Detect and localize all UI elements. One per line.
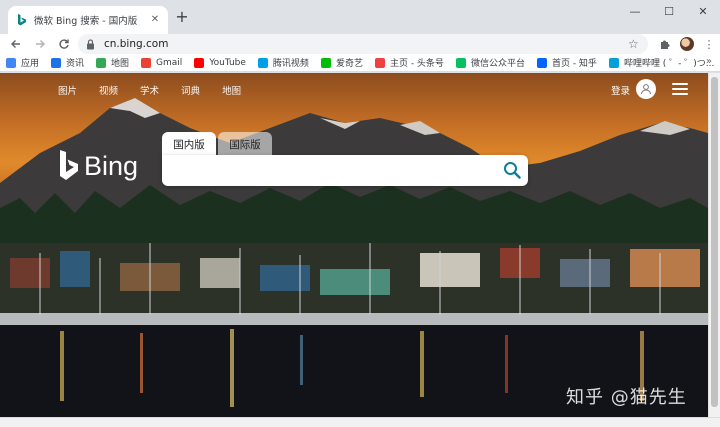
toolbar-actions: ⋮ xyxy=(654,34,720,54)
bookmark-item[interactable]: 资讯 xyxy=(51,56,84,69)
maximize-button[interactable]: ☐ xyxy=(652,0,686,22)
bookmark-item[interactable]: 主页 - 头条号 xyxy=(374,56,444,69)
background-image xyxy=(0,98,708,417)
menu-hamburger-icon[interactable] xyxy=(672,83,688,95)
tab-international[interactable]: 国际版 xyxy=(218,132,272,156)
bookmark-item[interactable]: 腾讯视频 xyxy=(257,56,309,69)
bing-nav-link[interactable]: 图片 xyxy=(58,83,77,97)
more-menu-icon[interactable]: ⋮ xyxy=(698,34,720,54)
bookmark-star-icon[interactable]: ☆ xyxy=(628,38,640,50)
iqiyi-icon xyxy=(320,57,331,68)
bing-nav-link[interactable]: 地图 xyxy=(222,83,241,97)
youtube-icon xyxy=(194,57,205,68)
tab-title: 微软 Bing 搜索 - 国内版 xyxy=(34,16,138,27)
login-link[interactable]: 登录 xyxy=(611,83,630,97)
bookmark-label: 地图 xyxy=(111,59,130,69)
bing-nav-link[interactable]: 视频 xyxy=(99,83,118,97)
bookmark-label: 爱奇艺 xyxy=(335,59,363,69)
maps-icon xyxy=(96,57,107,68)
search-button[interactable] xyxy=(502,160,522,180)
tab-strip: 微软 Bing 搜索 - 国内版 ✕ + — ☐ ✕ xyxy=(0,0,720,34)
address-bar[interactable]: cn.bing.com ☆ xyxy=(78,34,648,54)
bilibili-icon xyxy=(608,57,619,68)
bing-nav-link[interactable]: 词典 xyxy=(181,83,200,97)
new-tab-button[interactable]: + xyxy=(174,9,190,25)
bookmarks-more-button[interactable]: » xyxy=(706,56,712,67)
bookmark-item[interactable]: YouTube xyxy=(194,57,246,68)
bookmark-label: 腾讯视频 xyxy=(272,59,309,69)
apps-icon xyxy=(6,57,16,68)
tencent-video-icon xyxy=(257,57,268,68)
bing-nav-link[interactable]: 学术 xyxy=(140,83,159,97)
url-text[interactable]: cn.bing.com xyxy=(104,38,628,50)
bing-homepage: 图片 视频 学术 词典 地图 登录 Bing 国内版 国际版 知乎 @猫先生 xyxy=(0,73,720,417)
bookmark-label: 应用 xyxy=(21,59,40,69)
toutiao-icon xyxy=(374,57,385,68)
browser-tab[interactable]: 微软 Bing 搜索 - 国内版 ✕ xyxy=(8,6,168,34)
reload-button[interactable] xyxy=(52,34,76,54)
scrollbar-thumb[interactable] xyxy=(711,77,718,407)
bookmark-item[interactable]: 微信公众平台 xyxy=(455,56,525,69)
bookmark-item[interactable]: 爱奇艺 xyxy=(320,56,363,69)
gmail-icon xyxy=(141,57,152,68)
bookmark-label: YouTube xyxy=(209,57,246,68)
bing-logo-text: Bing xyxy=(84,150,139,181)
bookmark-item[interactable]: Gmail xyxy=(141,57,183,68)
close-window-button[interactable]: ✕ xyxy=(686,0,720,22)
bookmark-item[interactable]: 地图 xyxy=(96,56,129,69)
bing-icon xyxy=(16,14,28,26)
forward-arrow-icon xyxy=(36,40,45,48)
reload-icon xyxy=(59,39,69,49)
bing-top-nav: 图片 视频 学术 词典 地图 xyxy=(58,83,263,97)
wechat-icon xyxy=(455,57,466,68)
bookmark-item[interactable]: 应用 xyxy=(6,56,39,69)
user-avatar-icon[interactable] xyxy=(636,79,656,99)
bookmark-label: Gmail xyxy=(156,57,183,68)
watermark-text: 知乎 @猫先生 xyxy=(566,387,687,408)
bookmark-label: 资讯 xyxy=(66,59,85,69)
back-button[interactable] xyxy=(4,34,28,54)
zhihu-icon xyxy=(536,57,547,68)
bookmarks-bar: 应用 资讯 地图 Gmail YouTube 腾讯视频 爱奇艺 主页 - 头条号 微信公众平台 首… xyxy=(0,54,720,72)
forward-button[interactable] xyxy=(28,34,52,54)
window-controls: — ☐ ✕ xyxy=(618,0,720,22)
horizontal-scrollbar[interactable] xyxy=(0,417,720,427)
search-box xyxy=(162,155,528,186)
bookmark-item[interactable]: 哔哩哔哩 ( ゜- ゜)つ... xyxy=(608,56,715,69)
profile-button[interactable] xyxy=(676,34,698,54)
search-icon xyxy=(504,162,521,179)
extensions-icon[interactable] xyxy=(654,34,676,54)
vertical-scrollbar[interactable] xyxy=(708,73,720,417)
tab-close-icon[interactable]: ✕ xyxy=(148,13,162,27)
news-icon xyxy=(51,57,62,68)
avatar xyxy=(680,37,694,51)
bookmark-item[interactable]: 首页 - 知乎 xyxy=(536,56,597,69)
bing-logo[interactable]: Bing xyxy=(58,150,138,182)
tab-domestic[interactable]: 国内版 xyxy=(162,132,216,156)
bing-b-icon xyxy=(60,150,78,180)
back-arrow-icon xyxy=(11,40,20,48)
bookmark-label: 哔哩哔哩 ( ゜- ゜)つ... xyxy=(623,59,715,69)
bookmark-label: 主页 - 头条号 xyxy=(389,59,444,69)
search-region-tabs: 国内版 国际版 xyxy=(162,132,272,156)
bookmark-label: 首页 - 知乎 xyxy=(551,59,597,69)
minimize-button[interactable]: — xyxy=(618,0,652,22)
search-input[interactable] xyxy=(172,161,492,181)
bookmark-label: 微信公众平台 xyxy=(470,59,525,69)
lock-icon[interactable] xyxy=(86,38,96,50)
browser-toolbar: cn.bing.com ☆ ⋮ xyxy=(0,34,720,54)
